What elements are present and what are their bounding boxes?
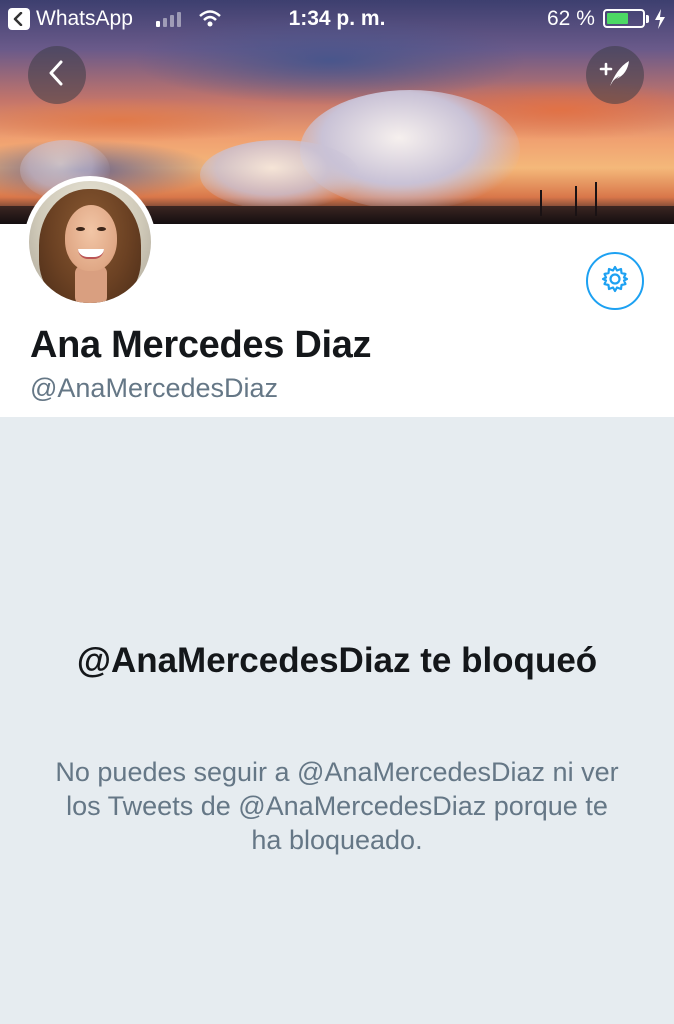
profile-name: Ana Mercedes Diaz — [30, 324, 372, 366]
blocked-message: No puedes seguir a @AnaMercedesDiaz ni v… — [55, 757, 619, 855]
charging-bolt-icon — [654, 9, 666, 35]
compose-tweet-icon — [598, 58, 632, 93]
blocked-notice: @AnaMercedesDiaz te bloqueó No puedes se… — [0, 417, 674, 1024]
avatar-photo — [29, 181, 151, 303]
battery-percent: 62 % — [547, 7, 595, 30]
avatar[interactable] — [24, 176, 156, 308]
battery-icon — [603, 9, 645, 28]
blocked-title: @AnaMercedesDiaz te bloqueó — [76, 641, 598, 680]
chevron-left-icon — [47, 60, 67, 91]
profile-handle: @AnaMercedesDiaz — [30, 373, 279, 403]
back-button[interactable] — [28, 46, 86, 104]
settings-button[interactable] — [586, 252, 644, 310]
status-bar: WhatsApp 1:34 p. m. 62 % — [0, 0, 674, 38]
compose-tweet-button[interactable] — [586, 46, 644, 104]
gear-icon — [600, 264, 630, 299]
